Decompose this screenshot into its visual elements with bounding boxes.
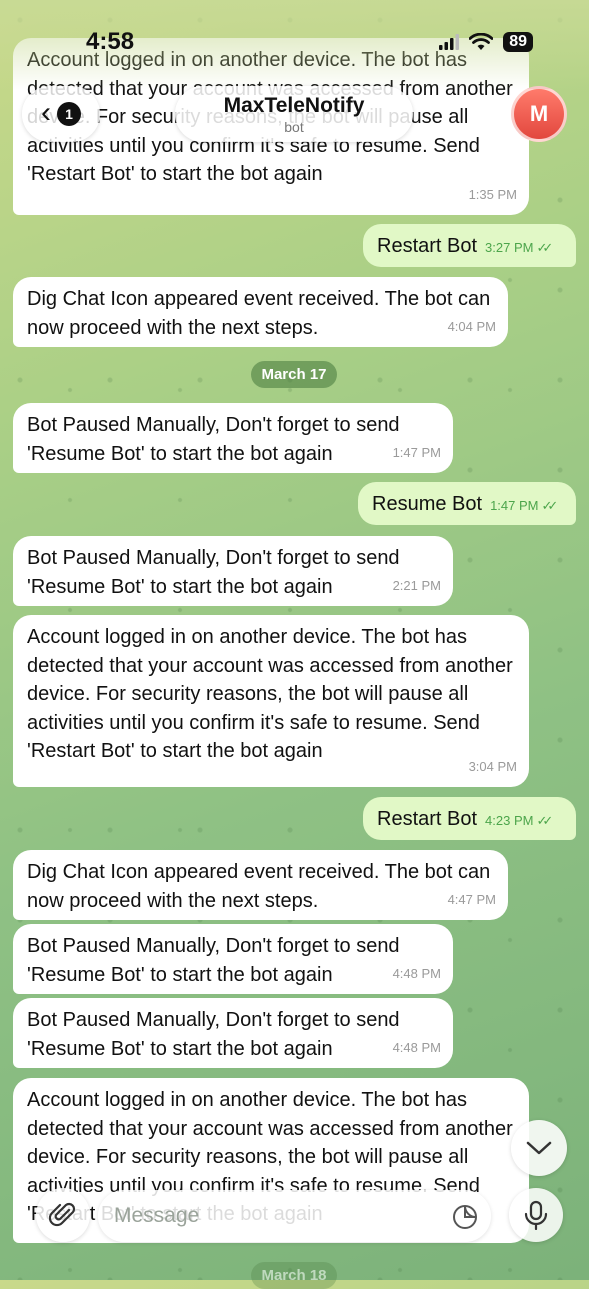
message-time: 4:47 PM [447,891,496,907]
message-bubble-incoming[interactable]: Bot Paused Manually, Don't forget to sen… [13,403,453,473]
message-composer [0,1186,589,1246]
message-text: Bot Paused Manually, Don't forget to sen… [27,1009,400,1060]
date-separator: March 17 [251,361,337,388]
message-time: 3:04 PM [468,758,517,774]
message-text: Restart Bot [377,808,478,830]
scroll-down-button[interactable] [511,1120,567,1176]
chat-header: ‹ 1 MaxTeleNotify bot M [0,84,589,146]
message-time: 1:47 PM [392,444,441,460]
avatar[interactable]: M [511,86,567,142]
message-bubble-outgoing[interactable]: Restart Bot 3:27 PM ✓✓ [363,224,576,267]
message-bubble-outgoing[interactable]: Restart Bot 4:23 PM ✓✓ [363,797,576,840]
message-time: 4:48 PM [392,1039,441,1055]
sticker-icon[interactable] [451,1203,479,1236]
back-button[interactable]: ‹ 1 [22,86,100,142]
message-bubble-incoming[interactable]: Bot Paused Manually, Don't forget to sen… [13,536,453,606]
chevron-left-icon: ‹ [41,95,51,129]
message-input[interactable] [98,1190,491,1242]
date-separator: March 18 [251,1262,337,1289]
double-check-icon: ✓✓ [536,813,553,828]
message-time: 4:23 PM [485,813,534,828]
status-time: 4:58 [86,28,135,55]
wifi-icon [469,33,494,50]
battery-level: 89 [503,32,533,52]
chat-title: MaxTeleNotify [223,94,365,117]
message-text: Restart Bot [377,235,478,257]
status-icons: 89 [439,32,533,52]
message-time: 1:47 PM [490,498,539,513]
message-text: Bot Paused Manually, Don't forget to sen… [27,935,400,986]
message-bubble-incoming[interactable]: Bot Paused Manually, Don't forget to sen… [13,998,453,1068]
message-list[interactable]: Account logged in on another device. The… [0,0,589,1289]
message-bubble-incoming[interactable]: Account logged in on another device. The… [13,615,529,787]
chat-subtitle: bot [284,119,304,135]
double-check-icon: ✓✓ [541,498,558,513]
message-time: 3:27 PM [485,240,534,255]
message-time: 4:04 PM [447,318,496,334]
message-text: Dig Chat Icon appeared event received. T… [27,861,491,912]
microphone-button[interactable] [509,1188,563,1242]
signal-icon [439,34,460,50]
microphone-icon [524,1200,548,1230]
unread-badge: 1 [57,102,81,126]
message-bubble-incoming[interactable]: Bot Paused Manually, Don't forget to sen… [13,924,453,994]
message-text: Bot Paused Manually, Don't forget to sen… [27,547,400,598]
message-time: 1:35 PM [468,186,517,202]
message-text: Bot Paused Manually, Don't forget to sen… [27,414,400,465]
chat-title-button[interactable]: MaxTeleNotify bot [175,86,413,142]
double-check-icon: ✓✓ [536,240,553,255]
attach-button[interactable] [36,1188,90,1242]
message-bubble-incoming[interactable]: Dig Chat Icon appeared event received. T… [13,277,508,347]
message-text: Resume Bot [372,493,483,515]
message-bubble-incoming[interactable]: Dig Chat Icon appeared event received. T… [13,850,508,920]
message-text: Account logged in on another device. The… [27,626,513,762]
message-bubble-outgoing[interactable]: Resume Bot 1:47 PM ✓✓ [358,482,576,525]
paperclip-icon [49,1202,76,1227]
message-time: 4:48 PM [392,965,441,981]
chevron-down-icon [526,1141,552,1155]
status-bar: 4:58 89 [0,0,589,80]
message-time: 2:21 PM [392,577,441,593]
message-text: Dig Chat Icon appeared event received. T… [27,288,491,339]
